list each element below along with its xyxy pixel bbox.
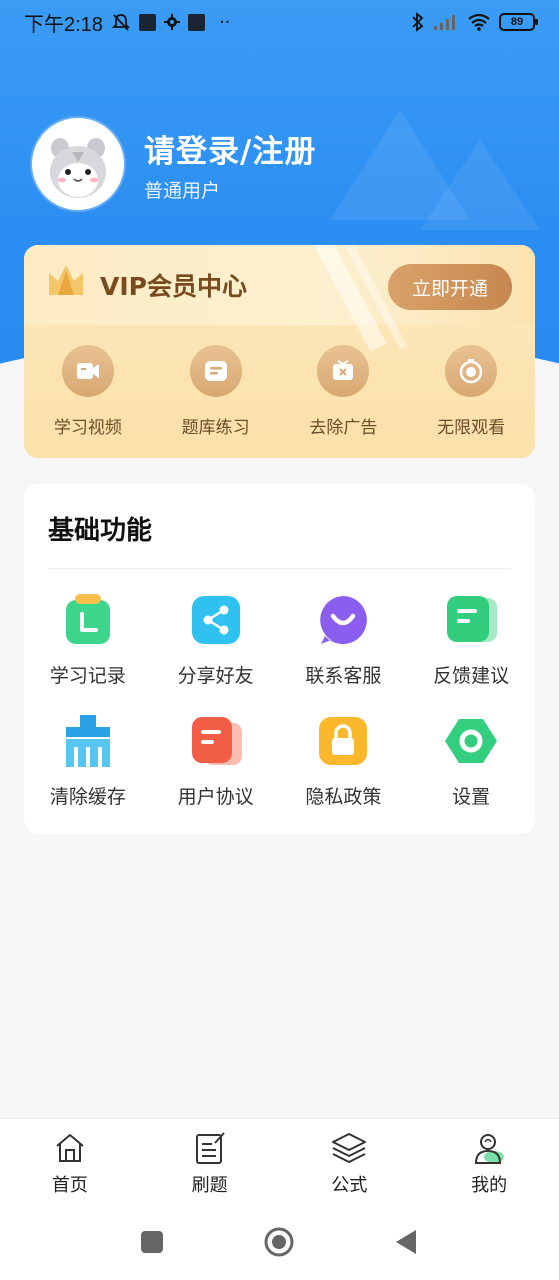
func-label: 清除缓存 (49, 786, 126, 808)
login-register-link[interactable]: 请登录/注册 (144, 126, 316, 171)
func-share[interactable]: 分享好友 (152, 592, 280, 713)
remove-ad-icon (333, 360, 354, 380)
vip-title: VIP会员中心 (100, 272, 247, 301)
tab-label: 首页 (51, 1175, 88, 1196)
hamster-avatar-icon (50, 138, 106, 198)
vip-item-video[interactable]: 学习视频 (24, 345, 152, 438)
home-button[interactable] (263, 1226, 295, 1258)
section-title: 基础功能 (48, 516, 153, 546)
func-feedback[interactable]: 反馈建议 (407, 592, 535, 713)
home-icon (56, 1134, 84, 1162)
vip-card: VIP会员中心 立即开通 学习视频 题库练习 去除广告 无限观看 (24, 245, 535, 458)
vip-item-label: 无限观看 (437, 418, 506, 438)
bluetooth-icon (412, 12, 424, 32)
func-user-agreement[interactable]: 用户协议 (152, 713, 280, 834)
func-customer-service[interactable]: 联系客服 (280, 592, 408, 713)
wifi-icon (468, 13, 490, 31)
message-icon (204, 361, 227, 381)
vip-item-label: 去除广告 (309, 418, 378, 438)
status-bar: 下午2:18 ·· 89 (0, 0, 559, 44)
tab-label: 刷题 (191, 1175, 228, 1196)
func-label: 隐私政策 (305, 786, 382, 808)
tab-formula[interactable]: 公式 (280, 1119, 420, 1208)
gear-icon (445, 719, 498, 763)
clock-record-icon (65, 594, 110, 644)
func-clear-cache[interactable]: 清除缓存 (24, 713, 152, 834)
bottom-tab-bar: 首页 刷题 公式 我的 (0, 1118, 559, 1208)
silent-bell-icon (111, 14, 131, 31)
vip-item-remove-ads[interactable]: 去除广告 (280, 345, 408, 438)
func-label: 设置 (452, 786, 491, 808)
func-study-record[interactable]: 学习记录 (24, 592, 152, 713)
share-icon (191, 596, 240, 644)
broom-icon (65, 715, 110, 767)
avatar[interactable] (32, 118, 124, 210)
exercise-icon (195, 1132, 225, 1164)
customer-service-icon (320, 596, 368, 644)
lock-icon (319, 717, 368, 765)
vip-item-unlimited[interactable]: 无限观看 (407, 345, 535, 438)
func-settings[interactable]: 设置 (407, 713, 535, 834)
divider (48, 568, 511, 569)
tab-exercise[interactable]: 刷题 (140, 1119, 280, 1208)
user-level: 普通用户 (144, 180, 221, 202)
signal-icon (434, 15, 455, 30)
feedback-icon (447, 596, 498, 642)
tab-home[interactable]: 首页 (0, 1119, 140, 1208)
vip-item-exercise[interactable]: 题库练习 (152, 345, 280, 438)
video-icon (76, 363, 99, 379)
status-time: 下午2:18 (24, 13, 103, 36)
tab-mine[interactable]: 我的 (419, 1119, 559, 1208)
basic-functions-card: 基础功能 学习记录 分享好友 联系客服 反馈建议 清除缓存 用户协议 隐私政策 … (24, 484, 535, 834)
timer-icon (459, 359, 483, 384)
more-dots-icon: ·· (218, 11, 231, 33)
func-label: 学习记录 (49, 665, 126, 687)
crown-icon (49, 265, 83, 295)
recents-button[interactable] (140, 1230, 164, 1254)
document-icon (191, 717, 242, 765)
func-privacy-policy[interactable]: 隐私政策 (280, 713, 408, 834)
layers-icon (332, 1133, 367, 1163)
func-label: 分享好友 (177, 665, 254, 687)
tab-label: 公式 (331, 1175, 368, 1196)
func-label: 联系客服 (305, 665, 382, 687)
notification-icon-2 (187, 13, 205, 31)
vip-item-label: 学习视频 (53, 418, 122, 438)
system-nav-bar (0, 1208, 559, 1280)
open-vip-button[interactable]: 立即开通 (388, 264, 512, 310)
notification-icon (138, 13, 156, 31)
gear-small-icon (163, 14, 180, 30)
func-label: 反馈建议 (433, 665, 510, 687)
battery-indicator: 89 (499, 13, 538, 31)
tab-label: 我的 (471, 1175, 508, 1196)
back-button[interactable] (394, 1228, 418, 1256)
profile-icon (475, 1134, 505, 1164)
vip-item-label: 题库练习 (181, 418, 250, 438)
func-label: 用户协议 (177, 786, 254, 808)
